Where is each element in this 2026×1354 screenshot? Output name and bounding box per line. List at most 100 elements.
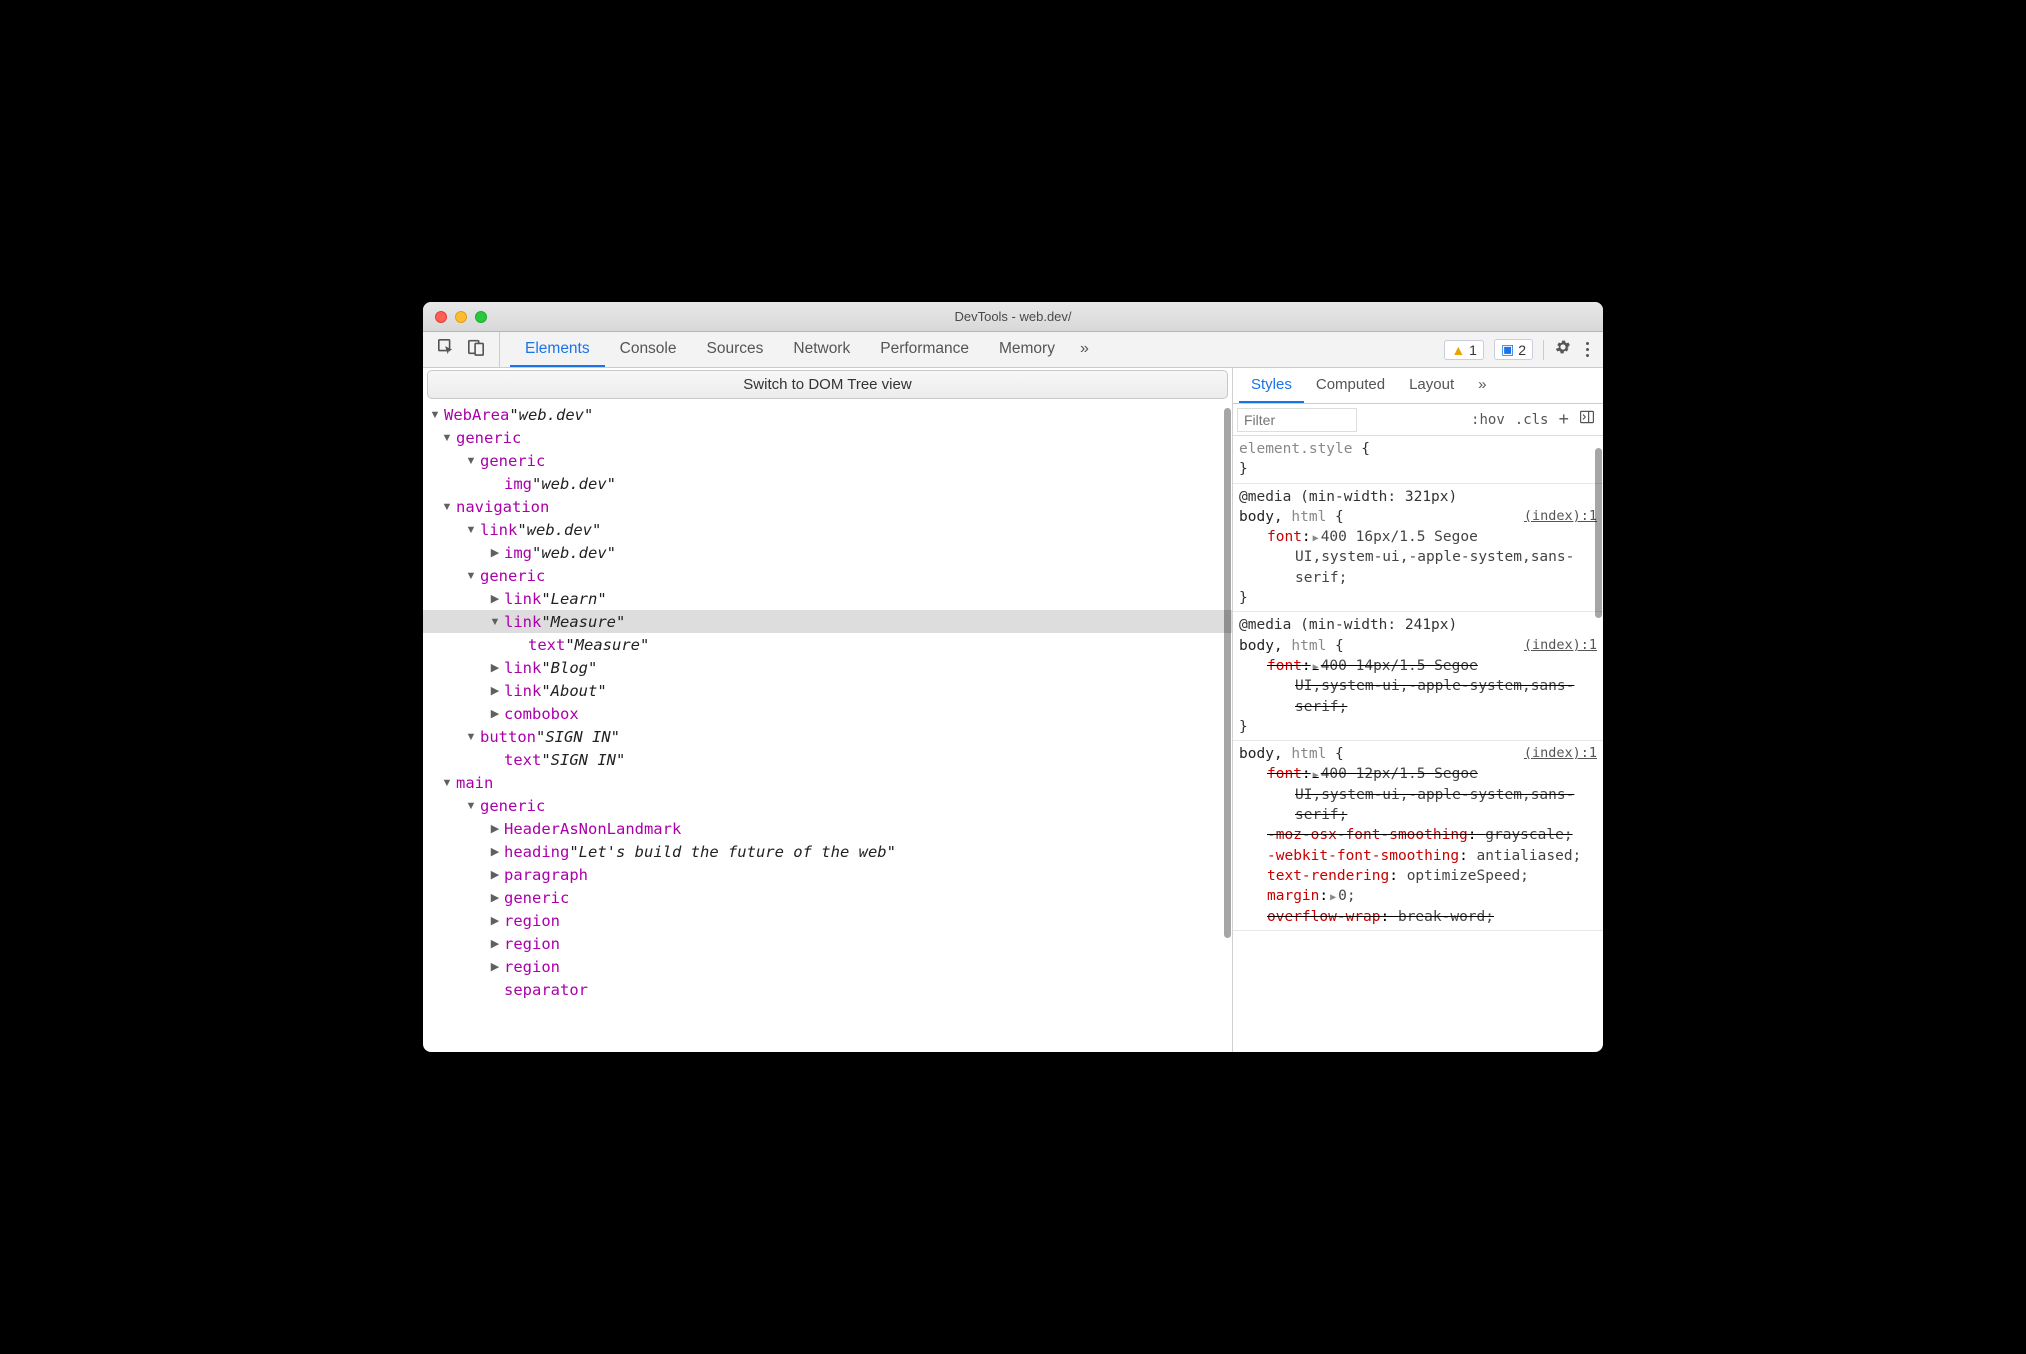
- tab-network[interactable]: Network: [778, 332, 865, 367]
- tree-row[interactable]: ▶linkAbout: [423, 679, 1232, 702]
- tree-row[interactable]: ▶combobox: [423, 702, 1232, 725]
- declaration[interactable]: margin:▶0;: [1239, 886, 1597, 906]
- expand-arrow[interactable]: ▶: [489, 914, 501, 927]
- tree-row[interactable]: ▼generic: [423, 564, 1232, 587]
- tree-row[interactable]: ▶region: [423, 909, 1232, 932]
- expand-arrow[interactable]: ▼: [465, 524, 477, 536]
- tree-row[interactable]: ▼generic: [423, 426, 1232, 449]
- expand-arrow[interactable]: ▼: [465, 731, 477, 743]
- ax-role: separator: [504, 981, 588, 999]
- tab-performance[interactable]: Performance: [865, 332, 984, 367]
- switch-view-button[interactable]: Switch to DOM Tree view: [427, 370, 1228, 399]
- scrollbar-thumb[interactable]: [1224, 408, 1231, 938]
- style-rule[interactable]: @media (min-width: 241px)(index):1body, …: [1233, 612, 1603, 741]
- tree-row[interactable]: ▶generic: [423, 886, 1232, 909]
- warnings-badge[interactable]: ▲ 1: [1444, 340, 1484, 360]
- tree-row[interactable]: ▼buttonSIGN IN: [423, 725, 1232, 748]
- tree-row[interactable]: ▼generic: [423, 794, 1232, 817]
- tab-layout[interactable]: Layout: [1397, 368, 1466, 403]
- expand-arrow[interactable]: ▼: [465, 455, 477, 467]
- declaration[interactable]: font:▶400 12px/1.5 Segoe: [1239, 764, 1597, 784]
- tree-row[interactable]: ▼linkMeasure: [423, 610, 1232, 633]
- tree-row[interactable]: ▼navigation: [423, 495, 1232, 518]
- tree-row[interactable]: ▶imgweb.dev: [423, 472, 1232, 495]
- tree-row[interactable]: ▶paragraph: [423, 863, 1232, 886]
- styles-filter-input[interactable]: [1237, 408, 1357, 432]
- tree-row[interactable]: ▶textSIGN IN: [423, 748, 1232, 771]
- new-style-rule-button[interactable]: +: [1558, 409, 1569, 430]
- declaration[interactable]: font:▶400 14px/1.5 Segoe: [1239, 656, 1597, 676]
- more-tabs-button[interactable]: »: [1070, 332, 1099, 367]
- expand-arrow[interactable]: ▶: [489, 822, 501, 835]
- declaration[interactable]: font:▶400 16px/1.5 Segoe: [1239, 527, 1597, 547]
- tab-computed[interactable]: Computed: [1304, 368, 1397, 403]
- expand-arrow[interactable]: ▶: [489, 868, 501, 881]
- tree-row[interactable]: ▶headingLet's build the future of the we…: [423, 840, 1232, 863]
- more-options-button[interactable]: [1582, 342, 1593, 357]
- declaration[interactable]: text-rendering: optimizeSpeed;: [1239, 866, 1597, 886]
- cls-toggle[interactable]: .cls: [1515, 412, 1549, 428]
- expand-arrow[interactable]: ▶: [489, 707, 501, 720]
- tree-row[interactable]: ▶textMeasure: [423, 633, 1232, 656]
- style-rule[interactable]: element.style {}: [1233, 436, 1603, 484]
- tab-memory[interactable]: Memory: [984, 332, 1070, 367]
- ax-role: generic: [480, 797, 545, 815]
- ax-name: Let's build the future of the web: [569, 843, 896, 861]
- zoom-window-button[interactable]: [475, 311, 487, 323]
- hov-toggle[interactable]: :hov: [1471, 412, 1505, 428]
- expand-arrow[interactable]: ▼: [441, 501, 453, 513]
- accessibility-tree[interactable]: ▼WebAreaweb.dev▼generic▼generic▶imgweb.d…: [423, 401, 1232, 1052]
- expand-arrow[interactable]: ▼: [429, 409, 441, 421]
- expand-arrow[interactable]: ▼: [465, 570, 477, 582]
- selector: body, html: [1239, 746, 1326, 762]
- ax-role: navigation: [456, 498, 549, 516]
- inspect-element-icon[interactable]: [437, 338, 455, 361]
- expand-arrow[interactable]: ▶: [489, 960, 501, 973]
- expand-arrow[interactable]: ▶: [489, 937, 501, 950]
- expand-arrow[interactable]: ▶: [489, 661, 501, 674]
- expand-arrow[interactable]: ▶: [489, 845, 501, 858]
- style-rule[interactable]: @media (min-width: 321px)(index):1body, …: [1233, 484, 1603, 613]
- tree-row[interactable]: ▼WebAreaweb.dev: [423, 403, 1232, 426]
- styles-rules-list[interactable]: element.style {}@media (min-width: 321px…: [1233, 436, 1603, 1052]
- source-link[interactable]: (index):1: [1524, 636, 1597, 655]
- messages-badge[interactable]: ▣ 2: [1494, 339, 1533, 360]
- settings-button[interactable]: [1554, 338, 1572, 361]
- source-link[interactable]: (index):1: [1524, 744, 1597, 763]
- tree-row[interactable]: ▼generic: [423, 449, 1232, 472]
- tree-row[interactable]: ▶linkLearn: [423, 587, 1232, 610]
- declaration[interactable]: -moz-osx-font-smoothing: grayscale;: [1239, 825, 1597, 845]
- tab-console[interactable]: Console: [605, 332, 692, 367]
- tab-styles[interactable]: Styles: [1239, 368, 1304, 403]
- expand-arrow[interactable]: ▶: [489, 592, 501, 605]
- expand-arrow[interactable]: ▼: [465, 800, 477, 812]
- tree-row[interactable]: ▶region: [423, 932, 1232, 955]
- expand-arrow[interactable]: ▼: [441, 777, 453, 789]
- styles-more-tabs[interactable]: »: [1466, 368, 1498, 403]
- declaration[interactable]: overflow-wrap: break-word;: [1239, 907, 1597, 927]
- expand-arrow[interactable]: ▶: [489, 684, 501, 697]
- computed-sidebar-toggle[interactable]: [1579, 409, 1595, 430]
- close-window-button[interactable]: [435, 311, 447, 323]
- tab-elements[interactable]: Elements: [510, 332, 605, 367]
- ax-role: region: [504, 912, 560, 930]
- source-link[interactable]: (index):1: [1524, 507, 1597, 526]
- declaration[interactable]: -webkit-font-smoothing: antialiased;: [1239, 846, 1597, 866]
- tree-row[interactable]: ▼linkweb.dev: [423, 518, 1232, 541]
- minimize-window-button[interactable]: [455, 311, 467, 323]
- tree-row[interactable]: ▶linkBlog: [423, 656, 1232, 679]
- tree-row[interactable]: ▶imgweb.dev: [423, 541, 1232, 564]
- tab-sources[interactable]: Sources: [692, 332, 779, 367]
- tree-row[interactable]: ▶region: [423, 955, 1232, 978]
- expand-arrow[interactable]: ▶: [489, 891, 501, 904]
- device-toolbar-icon[interactable]: [467, 338, 485, 361]
- ax-name: Measure: [541, 613, 625, 631]
- expand-arrow[interactable]: ▼: [441, 432, 453, 444]
- expand-arrow[interactable]: ▶: [489, 546, 501, 559]
- style-rule[interactable]: (index):1body, html {font:▶400 12px/1.5 …: [1233, 741, 1603, 931]
- scrollbar-thumb[interactable]: [1595, 448, 1602, 618]
- tree-row[interactable]: ▶separator: [423, 978, 1232, 1001]
- tree-row[interactable]: ▼main: [423, 771, 1232, 794]
- expand-arrow[interactable]: ▼: [489, 616, 501, 628]
- tree-row[interactable]: ▶HeaderAsNonLandmark: [423, 817, 1232, 840]
